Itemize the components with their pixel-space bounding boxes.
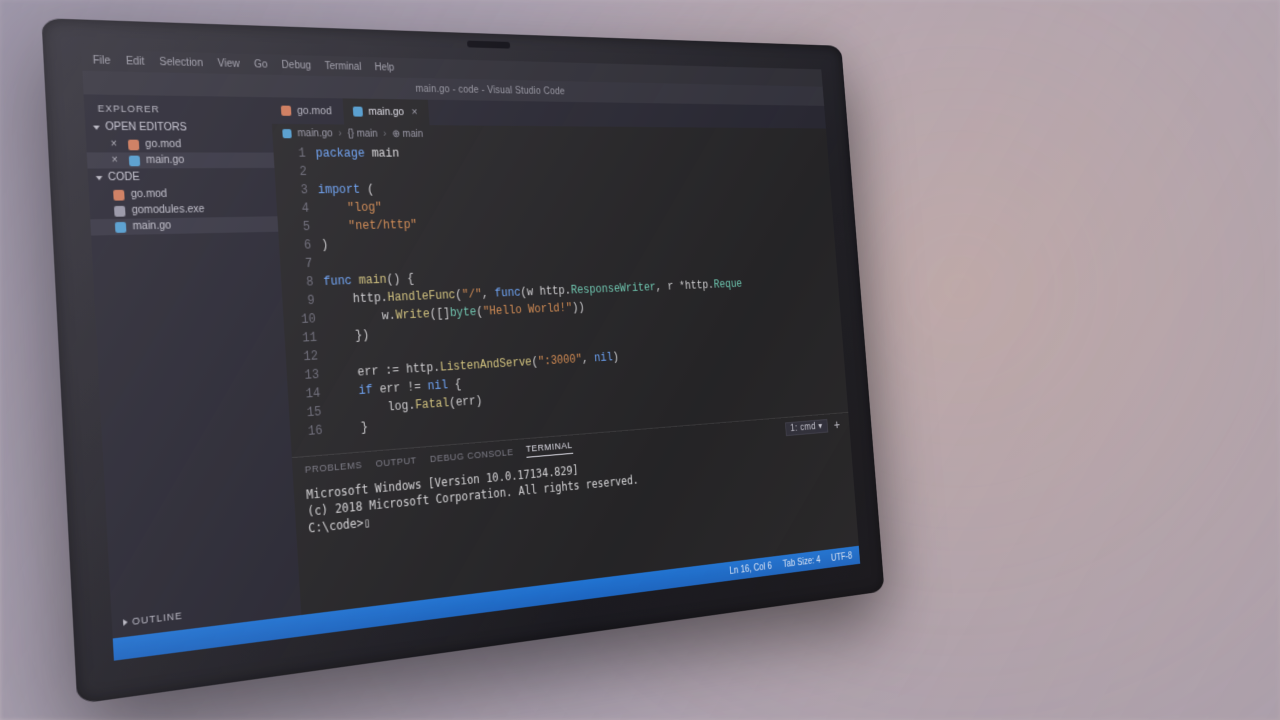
laptop-frame: File Edit Selection View Go Debug Termin…	[81, 49, 860, 660]
close-icon[interactable]: ×	[411, 106, 418, 118]
section-code[interactable]: CODE	[88, 168, 276, 187]
file-icon	[282, 129, 292, 138]
file-label: main.go	[146, 155, 185, 167]
file-icon	[113, 189, 125, 200]
window-title: main.go - code - Visual Studio Code	[415, 83, 565, 96]
chevron-right-icon: ›	[338, 128, 342, 139]
chevron-right-icon: ›	[383, 128, 387, 139]
file-label: go.mod	[131, 188, 168, 200]
menu-help[interactable]: Help	[374, 62, 394, 73]
tab-go-mod[interactable]: go.mod	[270, 97, 344, 124]
panel-tab-problems[interactable]: PROBLEMS	[304, 459, 362, 475]
tab-label: go.mod	[297, 105, 332, 118]
menu-edit[interactable]: Edit	[126, 55, 145, 67]
new-terminal-button[interactable]: +	[833, 417, 841, 432]
menu-file[interactable]: File	[93, 54, 111, 66]
file-label: go.mod	[145, 139, 181, 151]
code-lines[interactable]: package main import ( "log" "net/http") …	[315, 142, 848, 453]
explorer-label: EXPLORER	[84, 99, 272, 120]
breadcrumb[interactable]: main.go › {} main › ⊕ main	[272, 124, 827, 144]
menu-terminal[interactable]: Terminal	[324, 60, 361, 72]
breadcrumb-seg[interactable]: ⊕ main	[392, 128, 424, 139]
status-tab-size[interactable]: Tab Size: 4	[782, 555, 821, 570]
file-icon	[281, 106, 292, 116]
vscode-window: File Edit Selection View Go Debug Termin…	[81, 49, 860, 660]
tab-label: main.go	[368, 106, 404, 118]
file-icon	[128, 139, 139, 150]
close-icon[interactable]	[110, 139, 121, 151]
tab-main-go[interactable]: main.go ×	[343, 98, 430, 125]
code-editor[interactable]: 12345678910111213141516 package main imp…	[273, 142, 848, 457]
panel-tab-debug-console[interactable]: DEBUG CONSOLE	[430, 447, 514, 465]
menu-selection[interactable]: Selection	[159, 56, 203, 69]
section-open-editors[interactable]: OPEN EDITORS	[85, 118, 273, 137]
file-label: main.go	[132, 220, 171, 232]
breadcrumb-seg[interactable]: {} main	[347, 128, 378, 139]
status-cursor[interactable]: Ln 16, Col 6	[729, 561, 772, 577]
terminal-selector[interactable]: 1: cmd ▾	[785, 419, 829, 436]
file-icon	[115, 221, 127, 232]
file-main-go[interactable]: main.go	[90, 216, 278, 235]
open-editor-main-go[interactable]: main.go	[87, 152, 275, 168]
panel-tab-terminal[interactable]: TERMINAL	[526, 440, 573, 458]
menu-debug[interactable]: Debug	[281, 59, 311, 71]
status-encoding[interactable]: UTF-8	[831, 551, 853, 564]
sidebar-explorer: EXPLORER OPEN EDITORS go.mod main.go COD…	[84, 94, 302, 638]
editor-area: go.mod main.go × main.go › {} main › ⊕ m…	[270, 97, 859, 615]
open-editor-go-mod[interactable]: go.mod	[86, 136, 274, 152]
file-icon	[129, 155, 140, 166]
breadcrumb-seg[interactable]: main.go	[297, 128, 333, 139]
menu-view[interactable]: View	[217, 58, 240, 70]
file-icon	[353, 107, 363, 117]
file-icon	[114, 205, 126, 216]
webcam	[467, 41, 510, 49]
close-icon[interactable]	[111, 155, 122, 167]
menu-go[interactable]: Go	[254, 59, 268, 71]
panel-tab-output[interactable]: OUTPUT	[375, 455, 417, 470]
file-label: gomodules.exe	[131, 204, 204, 217]
